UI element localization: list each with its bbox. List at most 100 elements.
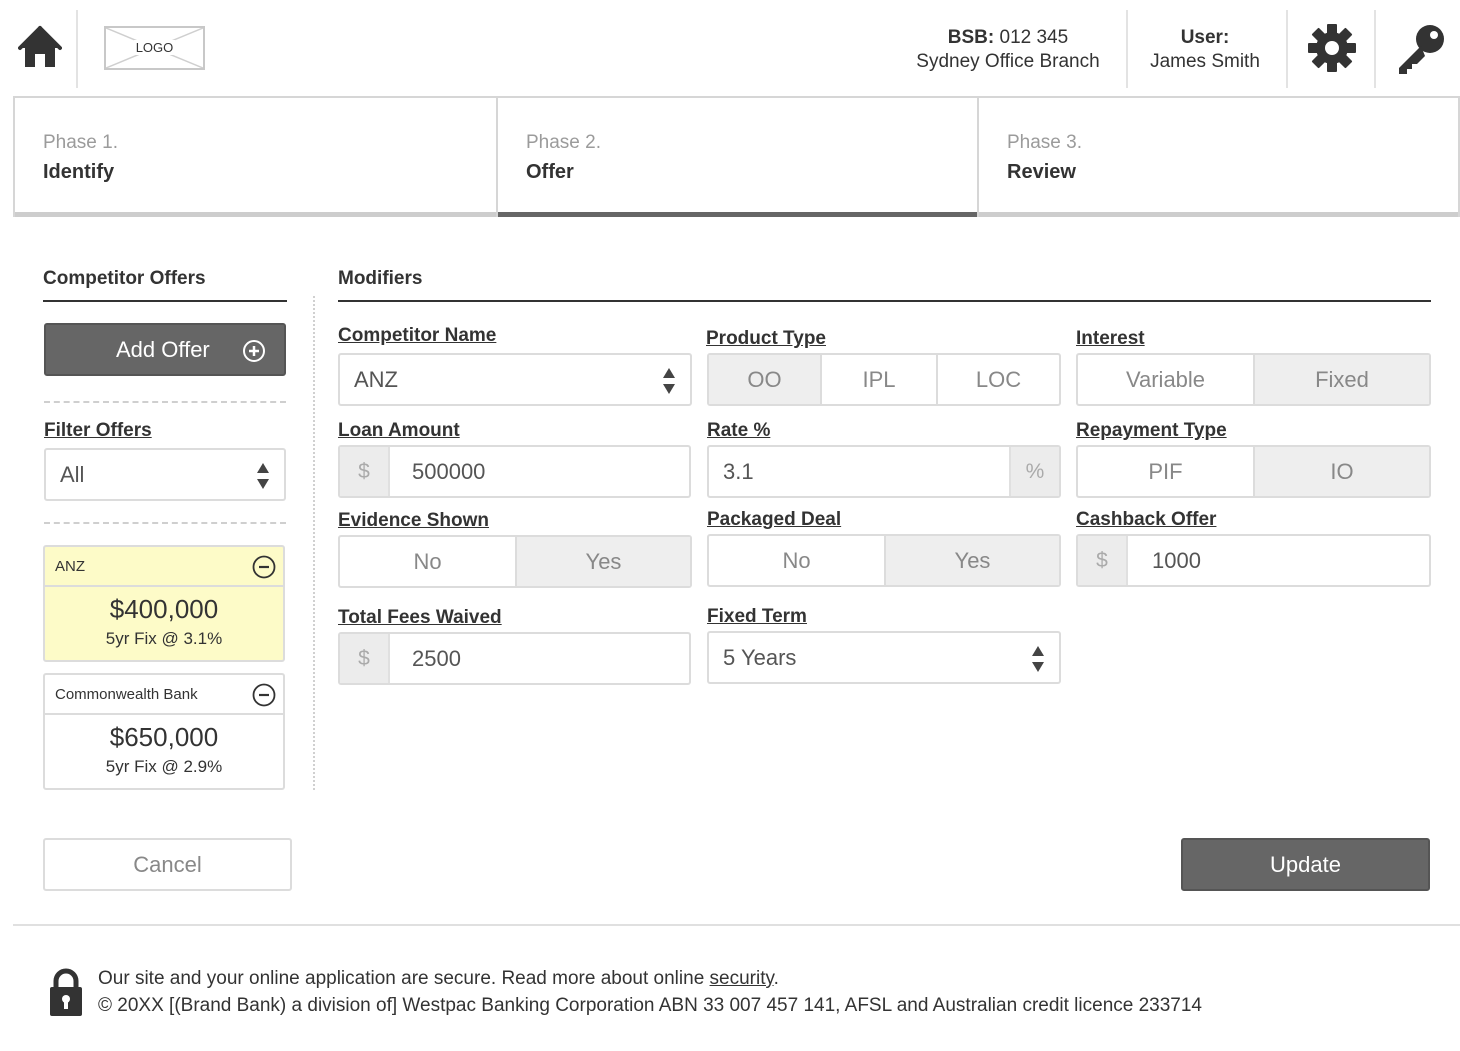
key-icon[interactable]	[1394, 22, 1448, 76]
repayment-io-option[interactable]: IO	[1255, 447, 1429, 496]
plus-circle-icon	[243, 340, 265, 362]
user-info: User: James Smith	[1132, 26, 1278, 74]
header-divider	[1126, 10, 1128, 88]
competitor-name-value: ANZ	[354, 367, 398, 392]
offer-card-commonwealth-bank[interactable]: Commonwealth Bank $650,000 5yr Fix @ 2.9…	[43, 673, 285, 790]
phase-indicator	[979, 212, 1458, 217]
offer-card-anz[interactable]: ANZ $400,000 5yr Fix @ 3.1%	[43, 545, 285, 662]
fixed-term-select[interactable]: 5 Years	[707, 631, 1061, 684]
add-offer-label: Add Offer	[116, 337, 210, 362]
loan-amount-label: Loan Amount	[338, 420, 460, 441]
branch-info: BSB: 012 345 Sydney Office Branch	[900, 26, 1116, 74]
copyright-text: © 20XX [(Brand Bank) a division of] West…	[98, 995, 1203, 1016]
sort-arrows-icon	[257, 463, 269, 489]
phase-tabs: Phase 1. Identify Phase 2. Offer Phase 3…	[13, 96, 1460, 217]
packaged-yes-option[interactable]: Yes	[886, 536, 1059, 585]
fixed-term-value: 5 Years	[723, 645, 797, 670]
user-label: User:	[1180, 27, 1230, 48]
interest-toggle: Variable Fixed	[1076, 353, 1431, 406]
interest-variable-option[interactable]: Variable	[1078, 355, 1253, 404]
tab-phase-identify[interactable]: Phase 1. Identify	[15, 98, 496, 217]
gear-icon[interactable]	[1306, 22, 1358, 74]
phase-indicator	[15, 212, 496, 217]
currency-prefix: $	[340, 634, 390, 683]
product-type-oo-option[interactable]: OO	[709, 355, 820, 404]
header-divider	[1374, 10, 1376, 88]
offer-bank-name: Commonwealth Bank	[55, 686, 198, 703]
rate-value: 3.1	[723, 459, 754, 484]
section-divider	[43, 300, 287, 302]
phase-indicator	[498, 212, 977, 217]
offer-card-header: ANZ	[45, 547, 283, 587]
packaged-deal-label: Packaged Deal	[707, 509, 842, 530]
evidence-yes-option[interactable]: Yes	[517, 537, 690, 586]
filter-offers-select[interactable]: All	[44, 448, 286, 501]
footer-divider	[13, 924, 1460, 926]
filter-offers-label: Filter Offers	[44, 420, 152, 441]
currency-prefix: $	[1078, 536, 1128, 585]
phase-name: Identify	[43, 161, 115, 183]
currency-prefix: $	[340, 447, 390, 496]
repayment-pif-option[interactable]: PIF	[1078, 447, 1253, 496]
user-name: James Smith	[1150, 51, 1260, 72]
offer-terms: 5yr Fix @ 2.9%	[105, 757, 223, 776]
loan-amount-input[interactable]: $ 500000	[338, 445, 691, 498]
cashback-offer-value: 1000	[1152, 548, 1201, 573]
rate-input[interactable]: 3.1 %	[707, 445, 1061, 498]
dashed-divider	[44, 522, 286, 524]
phase-name: Review	[1007, 161, 1076, 183]
interest-label: Interest	[1076, 328, 1145, 349]
phase-number: Phase 3.	[1007, 132, 1082, 153]
column-divider	[313, 296, 315, 790]
section-divider	[338, 300, 1431, 302]
phase-number: Phase 1.	[43, 132, 118, 153]
product-type-loc-option[interactable]: LOC	[938, 355, 1059, 404]
add-offer-button[interactable]: Add Offer	[44, 323, 286, 376]
security-link[interactable]: security	[710, 968, 774, 989]
remove-circle-icon[interactable]	[252, 683, 276, 707]
repayment-type-toggle: PIF IO	[1076, 445, 1431, 498]
packaged-deal-toggle: No Yes	[707, 534, 1061, 587]
product-type-ipl-option[interactable]: IPL	[822, 355, 936, 404]
rate-label: Rate %	[707, 420, 771, 441]
tab-phase-review[interactable]: Phase 3. Review	[979, 98, 1458, 217]
offer-bank-name: ANZ	[55, 558, 85, 575]
logo: LOGO	[104, 26, 205, 70]
total-fees-waived-label: Total Fees Waived	[338, 607, 502, 628]
lock-icon	[50, 968, 82, 1016]
offer-amount: $650,000	[109, 722, 219, 752]
offer-terms: 5yr Fix @ 3.1%	[105, 629, 223, 648]
branch-name: Sydney Office Branch	[916, 51, 1100, 72]
interest-fixed-option[interactable]: Fixed	[1255, 355, 1429, 404]
packaged-no-option[interactable]: No	[709, 536, 884, 585]
header-divider	[76, 10, 78, 88]
repayment-type-label: Repayment Type	[1076, 420, 1227, 441]
home-icon[interactable]	[18, 24, 62, 70]
phase-number: Phase 2.	[526, 132, 601, 153]
app-header: LOGO BSB: 012 345 Sydney Office Branch U…	[0, 0, 1460, 96]
update-button[interactable]: Update	[1181, 838, 1430, 891]
evidence-shown-toggle: No Yes	[338, 535, 692, 588]
bsb-label: BSB:	[947, 27, 995, 48]
tab-phase-offer[interactable]: Phase 2. Offer	[498, 98, 977, 217]
remove-circle-icon[interactable]	[252, 555, 276, 579]
bsb-value: 012 345	[999, 27, 1069, 48]
total-fees-waived-input[interactable]: $ 2500	[338, 632, 691, 685]
security-notice: Our site and your online application are…	[98, 968, 779, 990]
product-type-label: Product Type	[706, 328, 826, 349]
product-type-toggle: OO IPL LOC	[707, 353, 1061, 406]
sort-arrows-icon	[663, 368, 675, 394]
evidence-shown-label: Evidence Shown	[338, 510, 489, 531]
offer-amount: $400,000	[109, 594, 219, 624]
offer-card-header: Commonwealth Bank	[45, 675, 283, 715]
cashback-offer-input[interactable]: $ 1000	[1076, 534, 1431, 587]
percent-suffix: %	[1009, 447, 1059, 496]
security-text: Our site and your online application are…	[98, 968, 710, 989]
security-text-end: .	[773, 968, 779, 989]
competitor-name-select[interactable]: ANZ	[338, 353, 692, 406]
competitor-name-label: Competitor Name	[338, 325, 497, 346]
cancel-button[interactable]: Cancel	[43, 838, 292, 891]
dashed-divider	[44, 401, 286, 403]
evidence-no-option[interactable]: No	[340, 537, 515, 586]
header-divider	[1286, 10, 1288, 88]
